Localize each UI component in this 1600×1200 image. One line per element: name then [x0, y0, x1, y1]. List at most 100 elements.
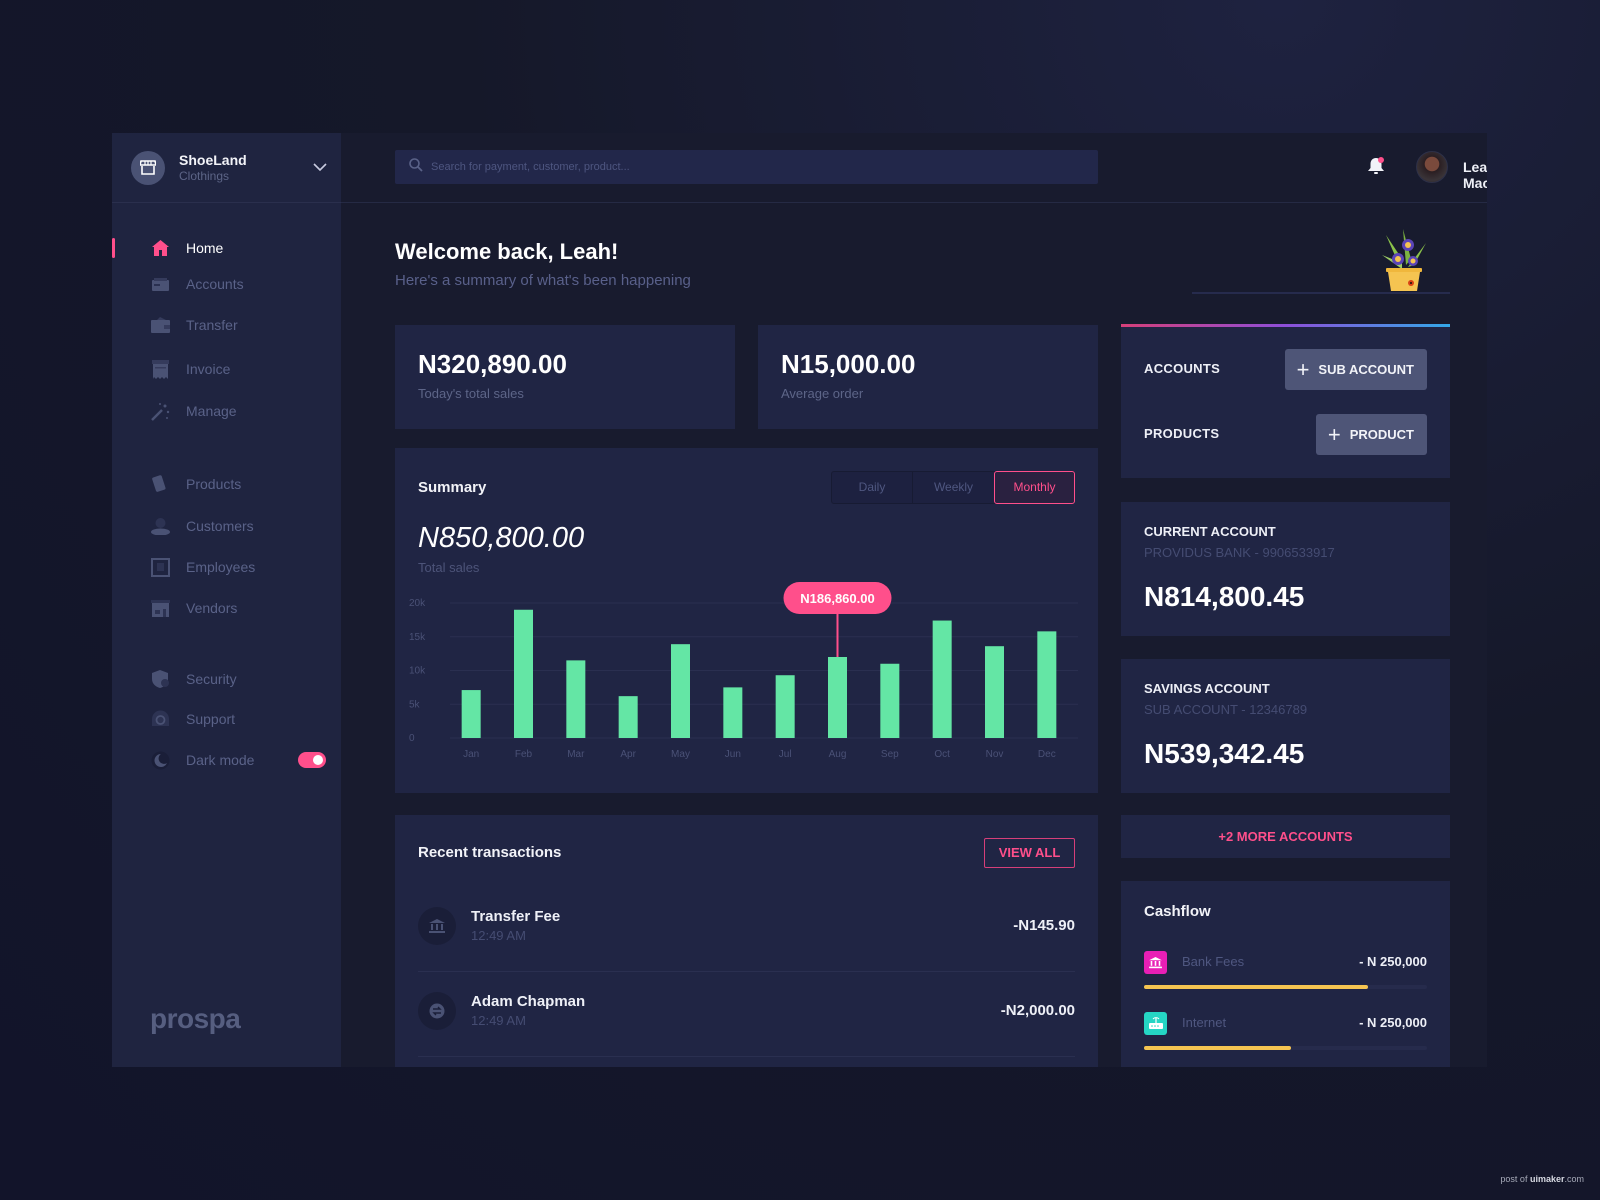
cashflow-amount: - N 250,000	[1359, 1015, 1427, 1030]
sidebar-item-customers[interactable]: Customers	[112, 511, 341, 541]
accounts-label: ACCOUNTS	[1144, 361, 1221, 376]
bar-feb	[514, 609, 533, 738]
home-icon	[150, 238, 170, 258]
period-tab-daily[interactable]: Daily	[832, 472, 913, 503]
chevron-down-icon[interactable]	[313, 159, 327, 177]
plus-icon: +	[1327, 421, 1341, 447]
cashflow-amount: - N 250,000	[1359, 954, 1427, 969]
bar-dec	[1037, 631, 1057, 738]
sidebar-item-vendors[interactable]: Vendors	[112, 593, 341, 623]
sidebar-item-support[interactable]: Support	[112, 704, 341, 734]
transaction-amount: -N145.90	[1013, 917, 1075, 934]
cashflow-title: Cashflow	[1144, 903, 1211, 920]
sidebar-item-accounts[interactable]: Accounts	[112, 269, 341, 299]
shield-icon	[150, 669, 170, 689]
add-product-button[interactable]: + PRODUCT	[1315, 414, 1427, 455]
page-title: Welcome back, Leah!	[395, 239, 619, 264]
sidebar-item-manage[interactable]: Manage	[112, 396, 341, 426]
bar-may	[671, 644, 690, 738]
x-tick-label: Jan	[463, 749, 479, 760]
bar-nov	[985, 646, 1004, 738]
user-name[interactable]: Leah Macharia	[1463, 159, 1487, 191]
business-category: Clothings	[179, 169, 230, 183]
period-tab-weekly[interactable]: Weekly	[913, 472, 994, 503]
add-sub-account-button[interactable]: + SUB ACCOUNT	[1284, 349, 1427, 390]
sidebar-item-invoice[interactable]: Invoice	[112, 354, 341, 384]
savings-account-card[interactable]: SAVINGS ACCOUNT SUB ACCOUNT - 12346789 N…	[1121, 659, 1450, 793]
tooltip-label: N186,860.00	[800, 591, 874, 606]
x-tick-label: Jun	[725, 749, 741, 760]
sidebar-item-home[interactable]: Home	[112, 233, 341, 263]
view-all-button[interactable]: VIEW ALL	[984, 838, 1075, 868]
stat-card-average-order: N15,000.00 Average order	[758, 325, 1098, 429]
bank-icon	[418, 907, 456, 945]
search-bar	[395, 150, 1098, 184]
sidebar-item-label: Security	[186, 671, 237, 687]
sidebar-item-label: Employees	[186, 559, 256, 575]
account-balance: N539,342.45	[1144, 738, 1305, 769]
x-tick-label: Feb	[515, 749, 533, 760]
account-balance: N814,800.45	[1144, 581, 1305, 612]
wallet-icon	[150, 315, 170, 335]
card-icon	[150, 274, 170, 294]
sidebar-item-label: Accounts	[186, 276, 244, 292]
store-icon	[150, 598, 170, 618]
x-tick-label: Dec	[1038, 749, 1056, 760]
dark-mode-toggle[interactable]	[298, 752, 326, 768]
sidebar-item-label: Products	[186, 476, 242, 492]
cashflow-progress-track	[1144, 985, 1427, 989]
transaction-row[interactable]: Adam Chapman 12:49 AM -N2,000.00	[418, 972, 1075, 1057]
sidebar-item-label: Support	[186, 711, 236, 727]
account-subtitle: PROVIDUS BANK - 9906533917	[1144, 545, 1335, 560]
sidebar-item-label: Vendors	[186, 600, 238, 616]
receipt-icon	[150, 359, 170, 379]
cashflow-progress-track	[1144, 1046, 1427, 1050]
more-accounts-button[interactable]: +2 MORE ACCOUNTS	[1121, 815, 1450, 858]
x-tick-label: Aug	[829, 749, 847, 760]
transaction-row[interactable]: Transfer Fee 12:49 AM -N145.90	[418, 887, 1075, 972]
plant-illustration	[1380, 229, 1428, 296]
search-input[interactable]	[431, 161, 1071, 173]
transaction-time: 12:49 AM	[471, 1013, 526, 1028]
id-badge-icon	[150, 557, 170, 577]
business-switcher[interactable]: ShoeLand Clothings	[112, 133, 341, 203]
current-account-card[interactable]: CURRENT ACCOUNT PROVIDUS BANK - 99065339…	[1121, 502, 1450, 636]
stat-card-total-sales: N320,890.00 Today's total sales	[395, 325, 735, 429]
x-tick-label: Apr	[620, 749, 636, 760]
cashflow-progress-fill	[1144, 1046, 1292, 1050]
business-name: ShoeLand	[179, 152, 247, 168]
sidebar-item-label: Manage	[186, 403, 237, 419]
magic-wand-icon	[150, 401, 170, 421]
sidebar-item-security[interactable]: Security	[112, 664, 341, 694]
tag-icon	[150, 474, 170, 494]
x-tick-label: Nov	[986, 749, 1004, 760]
total-sales-label: Total sales	[418, 560, 480, 575]
moon-icon	[150, 750, 170, 770]
transfer-icon	[418, 992, 456, 1030]
store-icon	[131, 150, 165, 185]
button-label: PRODUCT	[1349, 427, 1414, 442]
period-tab-monthly[interactable]: Monthly	[994, 471, 1075, 504]
bar-apr	[618, 696, 638, 738]
bar-jan	[461, 690, 481, 738]
sidebar-item-transfer[interactable]: Transfer	[112, 310, 341, 340]
sidebar-item-products[interactable]: Products	[112, 469, 341, 499]
user-avatar[interactable]	[1416, 151, 1448, 183]
y-tick-label: 10k	[409, 666, 426, 677]
notification-bell-icon[interactable]	[1367, 156, 1385, 181]
sidebar-item-label: Dark mode	[186, 752, 255, 768]
router-icon	[1144, 1012, 1167, 1035]
button-label: SUB ACCOUNT	[1318, 362, 1414, 377]
bar-jul	[775, 675, 795, 738]
plus-icon: +	[1296, 356, 1310, 382]
recent-transactions-card: Recent transactions VIEW ALL Transfer Fe…	[395, 815, 1098, 1067]
sidebar: ShoeLand Clothings Home Accounts Transfe…	[112, 133, 341, 1067]
summary-title: Summary	[418, 479, 487, 496]
y-tick-label: 5k	[409, 699, 421, 710]
headset-icon	[150, 709, 170, 729]
user-icon	[150, 516, 170, 536]
welcome-header: Welcome back, Leah! Here's a summary of …	[395, 239, 691, 289]
credit-text: post of uimaker.com	[1500, 1174, 1584, 1184]
sidebar-item-label: Customers	[186, 518, 254, 534]
sidebar-item-employees[interactable]: Employees	[112, 552, 341, 582]
